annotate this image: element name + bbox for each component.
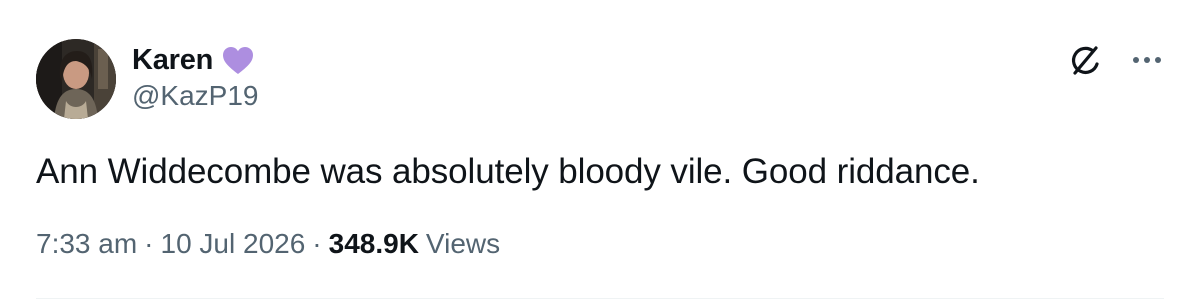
avatar[interactable] [36,39,116,119]
author-handle[interactable]: @KazP19 [132,80,259,112]
more-dots-icon[interactable] [1127,48,1167,72]
avatar-photo [36,39,116,119]
tweet-meta: 7:33 am · 10 Jul 2026 · 348.9K Views [36,228,500,260]
author-name-row: Karen [132,40,255,80]
purple-heart-icon [221,44,255,78]
tweet-time[interactable]: 7:33 am [36,228,137,260]
tweet-card: Karen @KazP19 Ann Widdecombe was absolut… [0,0,1200,304]
divider [36,298,1164,299]
views-label: Views [425,228,501,259]
grok-slash-icon[interactable] [1066,42,1104,80]
display-name[interactable]: Karen [132,44,213,77]
meta-separator: · [312,228,322,259]
meta-separator: · [144,228,154,259]
views-count: 348.9K [328,228,419,259]
tweet-date[interactable]: 10 Jul 2026 [161,228,306,260]
tweet-text: Ann Widdecombe was absolutely bloody vil… [36,152,980,191]
